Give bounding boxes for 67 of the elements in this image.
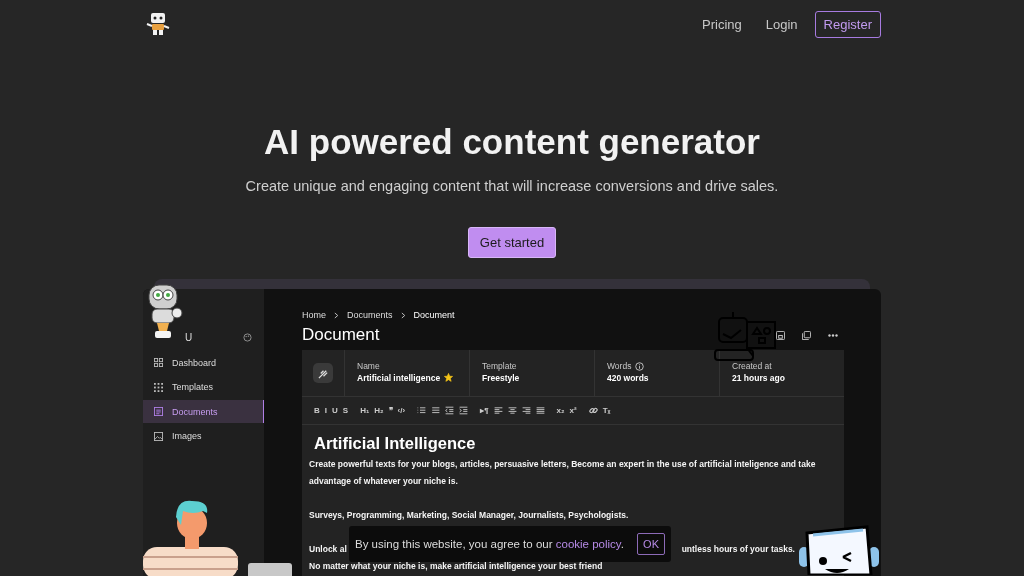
robot-logo-icon[interactable] [145,12,171,36]
format-button[interactable]: ▸¶ [480,406,489,415]
nav-link[interactable]: Pricing [695,12,749,36]
breadcrumb-link[interactable]: Documents [347,310,393,320]
field-label: Template [482,361,517,371]
sidebar-item[interactable]: Images [143,424,264,448]
format-button[interactable]: I [324,406,327,415]
align-right-icon[interactable] [521,406,531,415]
format-button[interactable]: Tₓ [602,406,611,415]
field-value: Artificial intelligence [357,373,441,383]
format-button[interactable]: x₂ [556,406,565,415]
breadcrumb-link[interactable]: Document [413,310,455,320]
link-icon[interactable] [588,406,598,415]
field-value: Freestyle [482,373,520,383]
format-button[interactable]: B [314,406,320,415]
editor-text: Unlock al [309,543,347,556]
sidebar-item[interactable]: Documents [143,400,264,423]
hero-subtitle: Create unique and engaging content that will increase conversions and drive sales. [245,178,779,194]
field-label: Name [357,361,380,371]
robot-drawing [713,310,779,362]
bullet-list-icon[interactable] [431,406,441,415]
save-icon[interactable] [776,330,785,340]
editor-paragraph: Surveys, Programming, Marketing, Social Manager, Journalists, Psychologists. [309,509,630,522]
chevron-right-icon [400,311,406,319]
more-icon[interactable] [828,333,838,337]
dot-grid-icon [154,382,163,392]
outdent-icon[interactable] [445,406,455,415]
hero-title: AI powered content generator [264,122,760,162]
nav-link[interactable]: Login [758,12,805,36]
field-value: 21 hours ago [732,373,785,383]
format-button[interactable]: H₂ [374,406,384,415]
format-button[interactable]: S [342,406,349,415]
format-button[interactable]: x² [569,406,577,415]
align-left-icon[interactable] [493,406,503,415]
indent-icon[interactable] [459,406,469,415]
ordered-list-icon[interactable] [417,406,427,415]
grid-icon [154,358,163,367]
format-button[interactable]: U [332,406,338,415]
cookie-message: By using this website, you agree to our cookie policy. [355,538,624,550]
pen-icon [313,363,333,383]
format-button[interactable]: ‹/› [397,406,406,415]
editor-text: untless hours of your tasks. [681,543,795,556]
field-label: Created at [732,361,772,371]
cookie-policy-link[interactable]: cookie policy [555,538,621,550]
editor-paragraph: No matter what your niche is, make artificial intelligence your best friend [309,560,604,573]
editor-paragraph: Create powerful texts for your blogs, articles, persuasive letters, Become an expert in the use of artificial inteligence and take advantage of whatever your niche is. [309,458,817,488]
ok-button[interactable]: OK [637,533,665,555]
palette-icon[interactable] [243,333,252,342]
image-icon [154,431,163,441]
sidebar-item[interactable]: Templates [143,375,264,399]
format-button[interactable]: H₁ [360,406,370,415]
register-button[interactable]: Register [814,10,881,38]
document-title: Document [302,325,380,345]
copy-icon[interactable] [802,330,811,340]
user-initial: U [185,332,193,343]
breadcrumb-link[interactable]: Home [302,310,326,320]
format-button[interactable]: ❞ [388,406,393,415]
field-label: Words [607,361,632,371]
editor-heading: Artificial Intelligence [314,434,477,453]
align-center-icon[interactable] [507,406,517,415]
chevron-right-icon [334,311,339,319]
get-started-button[interactable]: Get started [467,227,557,258]
sidebar-item[interactable]: Dashboard [143,351,264,374]
field-value: 420 words [607,373,649,383]
star-icon[interactable] [444,372,454,382]
justify-icon[interactable] [535,406,545,415]
document-icon [154,407,163,416]
